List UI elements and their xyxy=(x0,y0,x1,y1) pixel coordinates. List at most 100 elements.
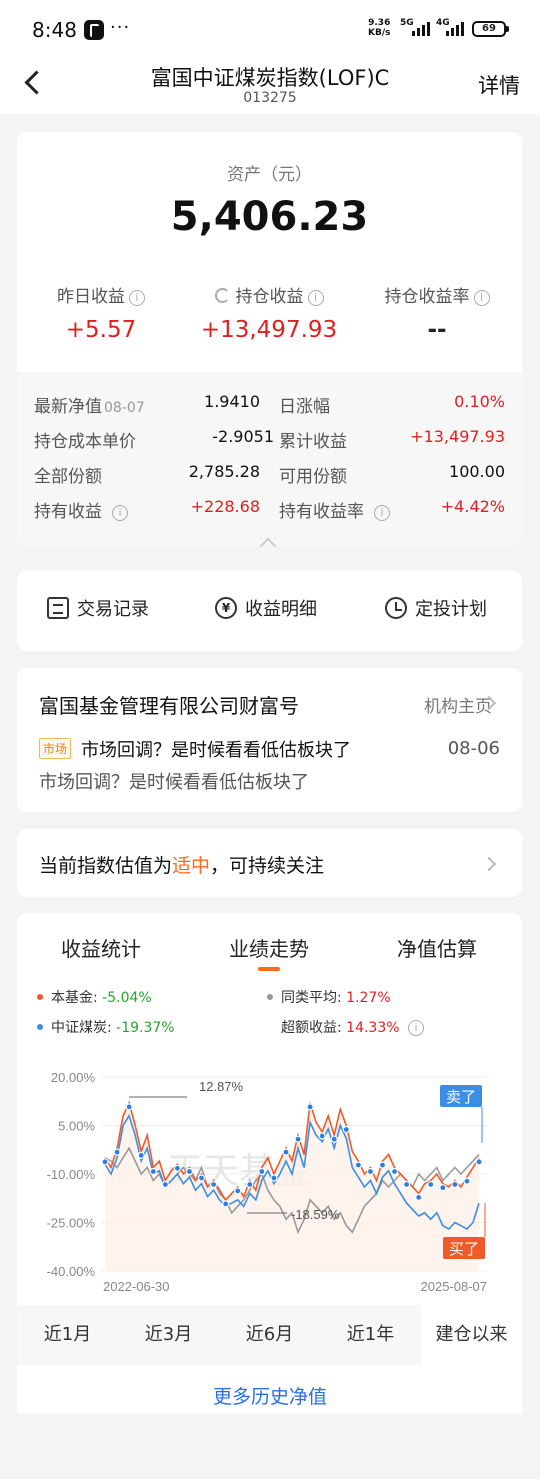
holding-return-rate-value: -- xyxy=(427,317,447,343)
trade-marker xyxy=(149,1167,157,1176)
transaction-records-button[interactable]: 交易记录 xyxy=(47,595,149,621)
status-time: 8:48 xyxy=(32,18,77,42)
profit-details-button[interactable]: ¥ 收益明细 xyxy=(215,595,317,621)
refresh-icon[interactable] xyxy=(214,288,230,303)
wealth-account-title: 富国基金管理有限公司财富号 xyxy=(39,694,299,718)
auto-invest-plan-label: 定投计划 xyxy=(415,599,487,620)
performance-card: 收益统计 业绩走势 净值估算 本基金: -5.04% 同类平均: 1.27% 中… xyxy=(17,913,522,1305)
trade-marker xyxy=(185,1167,194,1176)
trade-marker xyxy=(197,1174,206,1182)
info-icon[interactable]: i xyxy=(408,1020,425,1036)
news-title[interactable]: 市场回调？是时候看看低估板块了 xyxy=(81,736,351,762)
range-since-inception[interactable]: 建仓以来 xyxy=(421,1305,522,1365)
holding-return-rate-label: 持仓收益率 xyxy=(384,287,470,307)
trade-marker xyxy=(427,1180,435,1189)
info-icon[interactable]: i xyxy=(129,290,145,306)
trade-marker xyxy=(306,1103,314,1111)
y-tick-label: -25.00% xyxy=(47,1216,96,1231)
trade-marker xyxy=(222,1200,230,1208)
cumulative-profit-label: 累计收益 xyxy=(279,432,347,452)
y-tick-label: 5.00% xyxy=(58,1119,95,1134)
holding-return-rate[interactable]: 持仓收益率 i -- xyxy=(353,282,521,343)
more-history-link[interactable]: 更多历史净值 xyxy=(0,1382,540,1409)
available-shares-label: 可用份额 xyxy=(279,467,347,487)
valuation-prefix: 当前指数估值为 xyxy=(39,855,173,877)
auto-invest-plan-button[interactable]: 定投计划 xyxy=(385,595,487,621)
fund-title: 富国中证煤炭指数(LOF)C xyxy=(150,66,390,90)
trade-marker xyxy=(463,1177,471,1185)
trade-marker xyxy=(390,1167,399,1176)
tab-nav-estimate[interactable]: 净值估算 xyxy=(353,933,521,962)
total-shares-value: 2,785.28 xyxy=(188,462,260,481)
holding-rate-detail-label: 持有收益率 i xyxy=(279,497,390,522)
holding-profit-value: +13,497.93 xyxy=(200,317,338,343)
legend-index-name: 中证煤炭: xyxy=(51,1020,112,1036)
detail-label: 最新净值 08-07 xyxy=(34,392,145,417)
trade-marker xyxy=(415,1193,423,1201)
yesterday-profit-label: 昨日收益 xyxy=(57,287,125,307)
info-icon[interactable]: i xyxy=(374,505,390,521)
valuation-card[interactable]: 当前指数估值为适中，可持续关注 xyxy=(17,829,522,897)
asset-label: 资产（元） xyxy=(227,165,312,185)
legend-dot-icon xyxy=(37,994,43,1000)
trade-marker xyxy=(282,1148,290,1156)
trade-marker xyxy=(246,1180,254,1189)
holding-details: 最新净值 08-07 1.9410 日涨幅 0.10% 持仓成本单价 -2.905… xyxy=(17,372,522,546)
legend-dot-icon xyxy=(37,1024,43,1030)
yesterday-profit[interactable]: 昨日收益 i +5.57 xyxy=(17,282,185,343)
network-speed-value: 9.36 xyxy=(368,18,391,28)
y-tick-label: -40.00% xyxy=(47,1264,96,1279)
institution-home-link[interactable]: 机构主页 xyxy=(424,692,492,717)
trade-marker xyxy=(439,1184,447,1192)
max-label: 12.87% xyxy=(199,1079,244,1094)
info-icon[interactable]: i xyxy=(112,505,128,521)
min-label: -18.59% xyxy=(291,1207,340,1222)
x-tick-label: 2025-08-07 xyxy=(421,1279,488,1293)
network-speed: 9.36 KB/s xyxy=(368,18,390,38)
profit-details-label: 收益明细 xyxy=(245,599,317,620)
range-1y[interactable]: 近1年 xyxy=(320,1305,421,1365)
transaction-records-label: 交易记录 xyxy=(77,599,149,620)
legend-fund-name: 本基金: xyxy=(51,990,98,1006)
detail-button[interactable]: 详情 xyxy=(478,70,520,100)
latest-nav-date: 08-07 xyxy=(104,400,145,416)
legend-excess: 超额收益: 14.33% i xyxy=(281,1017,425,1037)
legend-fund-value: -5.04% xyxy=(102,990,152,1006)
info-icon[interactable]: i xyxy=(307,290,324,306)
legend-dot-icon xyxy=(267,994,273,1000)
trade-marker xyxy=(330,1135,338,1143)
clock-icon xyxy=(385,597,407,619)
range-6m[interactable]: 近6月 xyxy=(219,1305,320,1365)
more-dots-icon: ··· xyxy=(110,17,131,38)
holding-profit[interactable]: 持仓收益 i +13,497.93 xyxy=(185,282,353,343)
nav-bar: 富国中证煤炭指数(LOF)C 013275 详情 xyxy=(0,60,540,114)
trade-marker xyxy=(342,1125,350,1134)
news-summary[interactable]: 市场回调？是时候看看低估板块了 xyxy=(39,768,309,794)
trade-marker xyxy=(173,1164,181,1172)
chevron-right-icon[interactable] xyxy=(481,856,497,872)
holding-profit-detail-value: +228.68 xyxy=(190,497,260,516)
signal-bars-icon xyxy=(412,20,434,36)
holding-profit-detail-text: 持有收益 xyxy=(34,502,102,522)
range-3m[interactable]: 近3月 xyxy=(118,1305,219,1365)
network-speed-unit: KB/s xyxy=(368,28,391,38)
latest-nav-label: 最新净值 xyxy=(34,397,102,417)
trade-marker xyxy=(378,1161,387,1169)
trade-marker xyxy=(403,1180,411,1189)
battery-icon: 69 xyxy=(472,21,509,37)
info-icon[interactable]: i xyxy=(473,290,490,306)
legend-index-value: -19.37% xyxy=(116,1020,175,1036)
legend-excess-name: 超额收益: xyxy=(281,1020,342,1036)
legend-peer-value: 1.27% xyxy=(346,990,391,1006)
trade-marker xyxy=(318,1132,326,1140)
buy-label: 买了 xyxy=(449,1240,479,1258)
fund-code: 013275 xyxy=(243,90,297,106)
tiktok-icon xyxy=(84,20,104,40)
legend-excess-value: 14.33% xyxy=(346,1020,400,1036)
range-1m[interactable]: 近1月 xyxy=(17,1305,118,1365)
tab-profit-stats[interactable]: 收益统计 xyxy=(17,933,185,962)
tab-performance-trend[interactable]: 业绩走势 xyxy=(185,933,353,962)
trade-marker xyxy=(137,1151,145,1159)
trade-marker xyxy=(270,1174,278,1182)
performance-chart[interactable]: 20.00% 5.00% -10.00% -25.00% -40.00% 2022-06-… xyxy=(17,1053,522,1293)
